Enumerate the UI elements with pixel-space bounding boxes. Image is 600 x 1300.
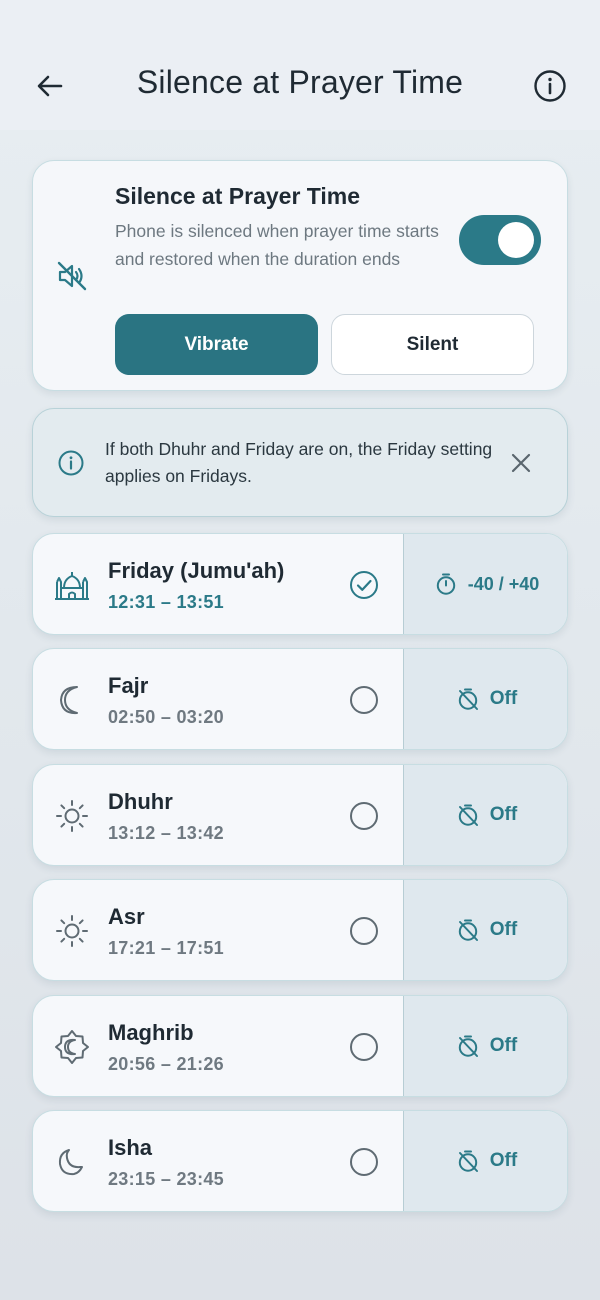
- prayer-time: 23:15 – 23:45: [108, 1169, 224, 1189]
- info-button[interactable]: [530, 66, 570, 106]
- toggle-knob: [498, 222, 534, 258]
- offset-button[interactable]: -40 / +40: [403, 534, 567, 634]
- offset-button[interactable]: Off: [403, 996, 567, 1096]
- silent-button[interactable]: Silent: [331, 314, 534, 375]
- silence-toggle[interactable]: [459, 215, 541, 265]
- timer-off-icon: [458, 688, 478, 710]
- prayer-name: Maghrib: [108, 1020, 194, 1045]
- prayer-name: Dhuhr: [108, 789, 173, 814]
- mosque-icon: [55, 572, 89, 600]
- card-title: Silence at Prayer Time: [115, 183, 361, 209]
- offset-label: Off: [489, 1150, 518, 1171]
- sunset-moon-icon: [55, 1030, 89, 1064]
- timer-off-icon: [458, 1035, 478, 1057]
- offset-label: Off: [489, 919, 518, 940]
- info-note: If both Dhuhr and Friday are on, the Fri…: [32, 408, 568, 517]
- info-circle-icon: [534, 70, 566, 102]
- offset-label: Off: [489, 688, 518, 709]
- sun-icon: [56, 915, 88, 947]
- prayer-time: 17:21 – 17:51: [108, 938, 224, 958]
- empty-circle-icon[interactable]: [347, 1030, 381, 1064]
- offset-label: Off: [489, 804, 518, 825]
- prayer-row-dhuhr[interactable]: Dhuhr 13:12 – 13:42 Off: [32, 764, 568, 866]
- vibrate-button[interactable]: Vibrate: [115, 314, 318, 375]
- night-moon-icon: [58, 1149, 83, 1176]
- sun-icon: [56, 800, 88, 832]
- info-circle-icon: [58, 450, 84, 476]
- prayer-row-asr[interactable]: Asr 17:21 – 17:51 Off: [32, 879, 568, 981]
- offset-button[interactable]: Off: [403, 765, 567, 865]
- empty-circle-icon[interactable]: [347, 799, 381, 833]
- empty-circle-icon[interactable]: [347, 914, 381, 948]
- prayer-row-isha[interactable]: Isha 23:15 – 23:45 Off: [32, 1110, 568, 1212]
- prayer-row-fajr[interactable]: Fajr 02:50 – 03:20 Off: [32, 648, 568, 750]
- close-icon[interactable]: [507, 449, 535, 477]
- page-title: Silence at Prayer Time: [136, 64, 464, 100]
- crescent-moon-icon: [60, 686, 78, 715]
- timer-off-icon: [458, 804, 478, 826]
- prayer-time: 13:12 – 13:42: [108, 823, 224, 843]
- card-description: Phone is silenced when prayer time start…: [115, 221, 439, 269]
- timer-icon: [436, 573, 455, 595]
- app-bar: Silence at Prayer Time: [0, 0, 600, 130]
- offset-button[interactable]: Off: [403, 649, 567, 749]
- prayer-time: 02:50 – 03:20: [108, 707, 224, 727]
- note-text: If both Dhuhr and Friday are on, the Fri…: [105, 439, 493, 486]
- check-circle-icon[interactable]: [347, 568, 381, 602]
- empty-circle-icon[interactable]: [347, 1145, 381, 1179]
- volume-off-icon: [57, 261, 87, 291]
- prayer-time: 20:56 – 21:26: [108, 1054, 224, 1074]
- prayer-name: Asr: [108, 904, 145, 929]
- prayer-name: Isha: [108, 1135, 153, 1160]
- timer-off-icon: [458, 1150, 478, 1172]
- offset-button[interactable]: Off: [403, 1111, 567, 1211]
- prayer-row-maghrib[interactable]: Maghrib 20:56 – 21:26 Off: [32, 995, 568, 1097]
- timer-off-icon: [458, 919, 478, 941]
- prayer-row-friday[interactable]: Friday (Jumu'ah) 12:31 – 13:51 -40 / +40: [32, 533, 568, 635]
- prayer-name: Friday (Jumu'ah): [108, 558, 285, 583]
- silence-settings-card: Silence at Prayer Time Phone is silenced…: [32, 160, 568, 391]
- empty-circle-icon[interactable]: [347, 683, 381, 717]
- offset-label: -40 / +40: [467, 573, 540, 594]
- prayer-name: Fajr: [108, 673, 149, 698]
- offset-button[interactable]: Off: [403, 880, 567, 980]
- offset-label: Off: [489, 1035, 518, 1056]
- prayer-time: 12:31 – 13:51: [108, 592, 224, 612]
